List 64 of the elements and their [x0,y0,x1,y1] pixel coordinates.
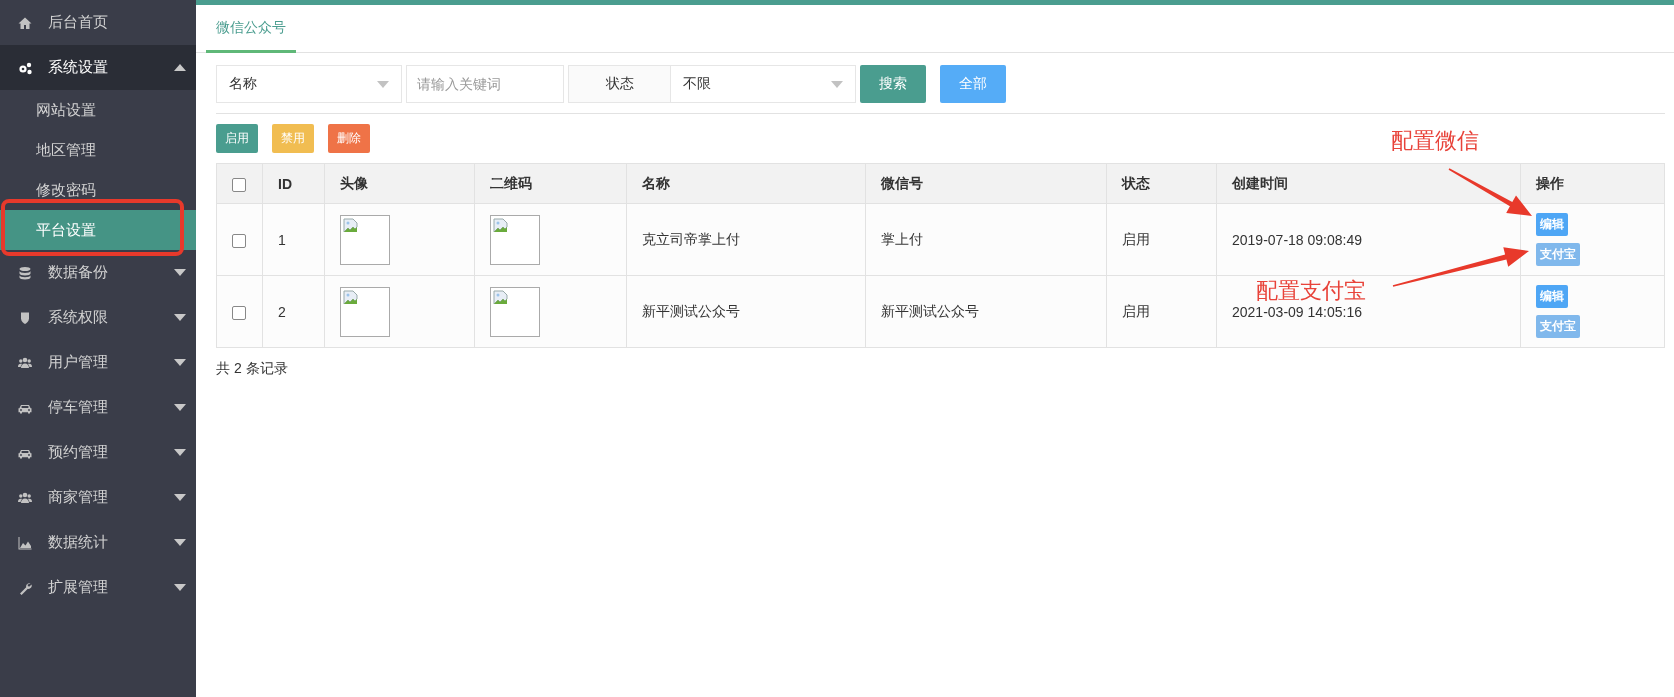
status-select[interactable]: 不限 [670,65,856,103]
caret-icon [174,494,186,501]
users-icon [18,490,32,505]
shield-icon [18,310,32,325]
column-header: 状态 [1106,163,1217,204]
caret-icon [174,269,186,276]
table-cell: 克立司帝掌上付 [626,203,866,276]
sidebar-item[interactable]: 商家管理 [0,475,196,520]
users-icon [18,355,32,370]
area-chart-icon [18,535,32,550]
caret-icon [174,359,186,366]
caret-icon [174,64,186,71]
record-count: 共 2 条记录 [216,360,289,378]
caret-icon [174,404,186,411]
sidebar-subitem[interactable]: 修改密码 [0,170,196,210]
annotation-label: 配置微信 [1391,127,1479,155]
table-cell: 2 [262,275,325,348]
column-header: 操作 [1520,163,1665,204]
status-label: 状态 [568,65,670,103]
broken-image-placeholder [340,214,390,265]
sidebar-item[interactable]: 数据备份 [0,250,196,295]
table-cell: 新平测试公众号 [865,275,1107,348]
table-cell: 1 [262,203,325,276]
sidebar-subitem[interactable]: 网站设置 [0,90,196,130]
sidebar-item[interactable]: 系统设置 [0,45,196,90]
sidebar-item[interactable]: 预约管理 [0,430,196,475]
column-header: 微信号 [865,163,1107,204]
caret-icon [174,584,186,591]
sidebar-item[interactable]: 数据统计 [0,520,196,565]
table-cell: 启用 [1106,275,1217,348]
table-cell: 2019-07-18 09:08:49 [1216,203,1521,276]
dropdown-arrow-icon [831,80,843,88]
table-cell: 掌上付 [865,203,1107,276]
caret-icon [174,449,186,456]
column-header: ID [262,163,325,204]
broken-image-placeholder [490,286,540,337]
sidebar-item[interactable]: 系统权限 [0,295,196,340]
row-checkbox[interactable] [232,233,246,248]
column-header: 头像 [324,163,475,204]
field-select[interactable]: 名称 [216,65,402,103]
caret-icon [174,314,186,321]
table-cell: 启用 [1106,203,1217,276]
database-icon [18,265,32,280]
dropdown-arrow-icon [377,80,389,88]
column-header: 名称 [626,163,866,204]
table-cell: 新平测试公众号 [626,275,866,348]
sidebar-item[interactable]: 后台首页 [0,0,196,45]
annotation-label: 配置支付宝 [1256,277,1366,305]
sidebar-item[interactable]: 扩展管理 [0,565,196,610]
keyword-input-field[interactable]: 请输入关键词 [406,65,564,103]
select-all-checkbox[interactable] [232,177,246,192]
column-header: 创建时间 [1216,163,1521,204]
sidebar-item[interactable]: 停车管理 [0,385,196,430]
home-icon [18,15,32,30]
broken-image-placeholder [340,286,390,337]
gears-icon [18,60,32,75]
sidebar-subitem[interactable]: 地区管理 [0,130,196,170]
wrench-icon [18,580,32,595]
row-checkbox[interactable] [232,305,246,320]
broken-image-placeholder [490,214,540,265]
sidebar-item[interactable]: 用户管理 [0,340,196,385]
column-header: 二维码 [474,163,627,204]
sidebar-subitem[interactable]: 平台设置 [0,210,196,250]
caret-icon [174,539,186,546]
